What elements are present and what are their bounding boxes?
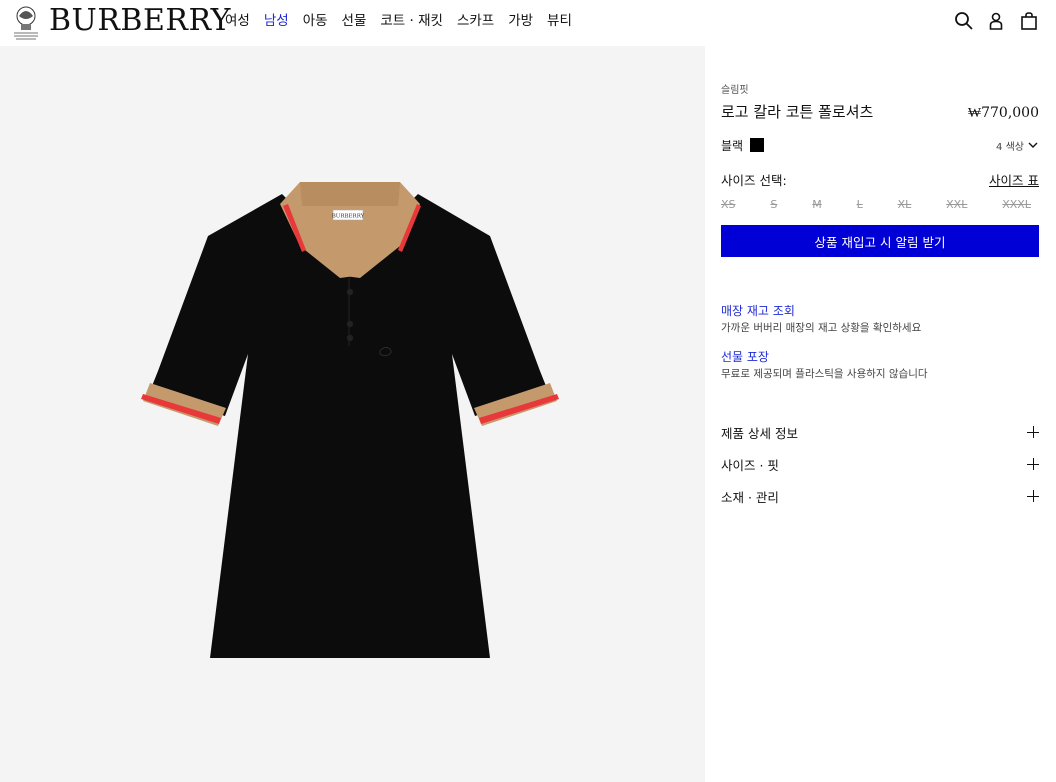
product-info-panel: 슬림핏 로고 칼라 코튼 폴로셔츠 ₩770,000 블랙 4 색상 사이즈 선… [721,84,1039,512]
gift-wrap-link[interactable]: 선물 포장 [721,349,1039,365]
restock-notify-button[interactable]: 상품 재입고 시 알림 받기 [721,225,1039,257]
accordion-material-care[interactable]: 소재 · 관리 [721,480,1039,512]
store-stock-description: 가까운 버버리 매장의 재고 상황을 확인하세요 [721,322,922,334]
product-image-panel[interactable]: BURBERRY [0,46,705,782]
size-option-xxxl[interactable]: XXXL [1002,198,1031,211]
size-guide-link[interactable]: 사이즈 표 [989,170,1039,189]
accordion-size-fit[interactable]: 사이즈 · 핏 [721,448,1039,480]
nav-item-gifts[interactable]: 선물 [342,12,367,32]
brand-logo[interactable]: BURBERRY [49,3,231,39]
accordion-product-details[interactable]: 제품 상세 정보 [721,416,1039,448]
color-selector[interactable]: 블랙 [721,137,765,154]
account-icon[interactable] [985,10,1007,32]
nav-item-men[interactable]: 남성 [264,12,289,32]
product-fit: 슬림핏 [721,85,749,96]
size-option-xs[interactable]: XS [721,198,736,211]
nav-item-coats-jackets[interactable]: 코트 · 재킷 [380,12,443,32]
gift-wrap-block: 선물 포장 무료로 제공되며 플라스틱을 사용하지 않습니다 [721,349,1039,382]
nav-item-women[interactable]: 여성 [225,12,250,32]
accordion-label: 소재 · 관리 [721,489,779,505]
title-row: 로고 칼라 코튼 폴로셔츠 ₩770,000 [721,102,1039,122]
nav-item-bags[interactable]: 가방 [508,12,533,32]
color-count-dropdown[interactable]: 4 색상 [996,138,1039,153]
size-option-xxl[interactable]: XXL [946,198,967,211]
store-stock-block: 매장 재고 조회 가까운 버버리 매장의 재고 상황을 확인하세요 [721,303,1039,336]
size-option-s[interactable]: S [770,198,777,211]
product-price: ₩770,000 [967,105,1039,121]
collar-label-text: BURBERRY [332,214,365,220]
gift-wrap-description: 무료로 제공되며 플라스틱을 사용하지 않습니다 [721,368,928,380]
shopping-bag-icon[interactable] [1018,10,1040,32]
product-accordions: 제품 상세 정보 사이즈 · 핏 소재 · 관리 [721,416,1039,512]
main-nav: 여성 남성 아동 선물 코트 · 재킷 스카프 가방 뷰티 [225,12,586,32]
size-option-m[interactable]: M [812,198,822,211]
size-row: 사이즈 선택: 사이즈 표 [721,170,1039,188]
plus-icon [1027,426,1039,438]
nav-item-scarves[interactable]: 스카프 [457,12,494,32]
plus-icon [1027,458,1039,470]
nav-item-kids[interactable]: 아동 [303,12,328,32]
chevron-down-icon [1028,142,1038,148]
size-option-xl[interactable]: XL [898,198,912,211]
search-icon[interactable] [953,10,975,32]
nav-item-beauty[interactable]: 뷰티 [547,12,572,32]
accordion-label: 사이즈 · 핏 [721,457,779,473]
equestrian-crest-icon[interactable] [11,4,41,42]
store-stock-link[interactable]: 매장 재고 조회 [721,303,1039,319]
size-option-l[interactable]: L [857,198,863,211]
plus-icon [1027,490,1039,502]
size-select-label: 사이즈 선택: [721,172,787,188]
site-header: BURBERRY 여성 남성 아동 선물 코트 · 재킷 스카프 가방 뷰티 [0,0,1056,46]
color-count-label: 4 색상 [996,141,1024,153]
color-row: 블랙 4 색상 [721,136,1039,154]
polo-shirt-image: BURBERRY [141,182,559,658]
product-title: 로고 칼라 코튼 폴로셔츠 [721,103,874,121]
color-swatch[interactable] [750,138,765,152]
size-options: XS S M L XL XXL XXXL [721,198,1039,211]
color-name: 블랙 [721,138,744,153]
accordion-label: 제품 상세 정보 [721,425,798,441]
